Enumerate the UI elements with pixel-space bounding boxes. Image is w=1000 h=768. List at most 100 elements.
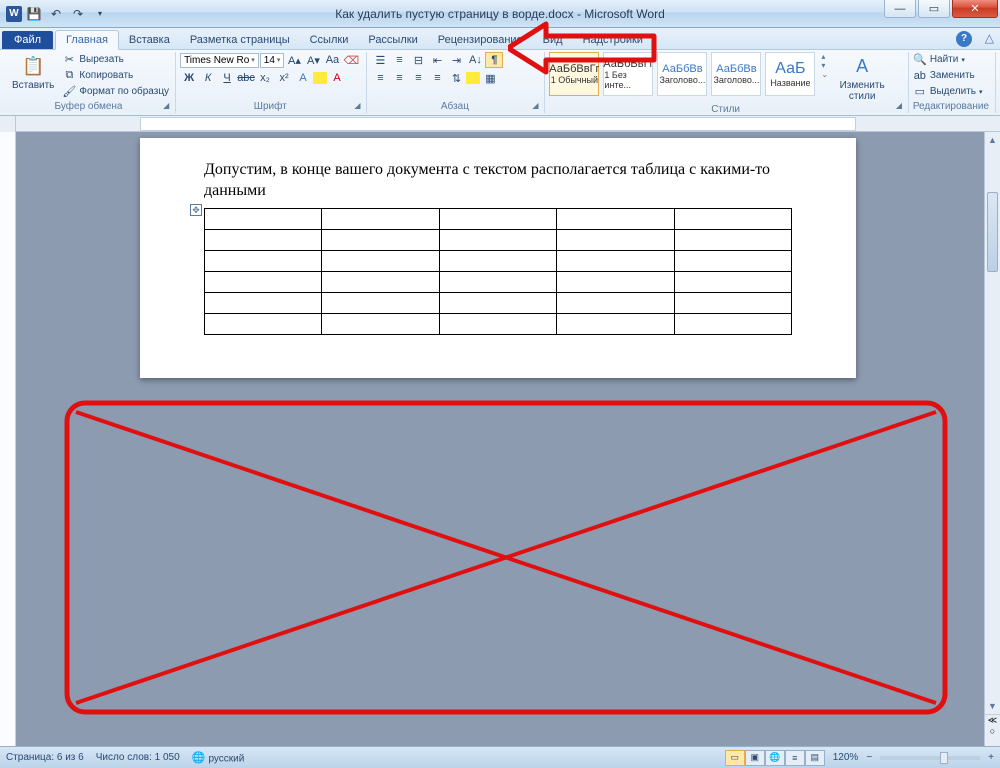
sort-icon[interactable]: A↓ — [466, 52, 484, 68]
font-size-combo[interactable]: 14▾ — [260, 53, 285, 68]
scroll-thumb[interactable] — [987, 192, 998, 272]
view-web-layout-icon[interactable]: 🌐 — [765, 750, 785, 766]
minimize-button[interactable]: — — [884, 0, 916, 18]
line-spacing-icon[interactable]: ⇅ — [447, 70, 465, 86]
justify-icon[interactable]: ≡ — [428, 70, 446, 86]
replace-button[interactable]: abЗаменить — [913, 68, 983, 83]
tab-review[interactable]: Рецензирование — [428, 31, 533, 49]
tab-mailings[interactable]: Рассылки — [358, 31, 427, 49]
change-styles-icon: A — [850, 54, 874, 78]
status-word-count[interactable]: Число слов: 1 050 — [96, 752, 180, 763]
find-icon: 🔍 — [913, 53, 927, 67]
font-dialog-launcher[interactable]: ◢ — [354, 101, 364, 111]
decrease-indent-icon[interactable]: ⇤ — [428, 52, 446, 68]
multilevel-list-icon[interactable]: ⊟ — [409, 52, 427, 68]
style-no-spacing[interactable]: АаБбВвГг1 Без инте... — [603, 52, 653, 96]
cut-button[interactable]: ✂Вырезать — [62, 52, 169, 67]
copy-button[interactable]: ⧉Копировать — [62, 68, 169, 83]
strikethrough-button[interactable]: abc — [237, 70, 255, 86]
tab-file[interactable]: Файл — [2, 31, 53, 49]
maximize-button[interactable]: ▭ — [918, 0, 950, 18]
shading-icon[interactable] — [466, 72, 480, 84]
view-full-screen-icon[interactable]: ▣ — [745, 750, 765, 766]
style-normal[interactable]: АаБбВвГг1 Обычный — [549, 52, 599, 96]
tab-page-layout[interactable]: Разметка страницы — [180, 31, 300, 49]
format-painter-button[interactable]: 🖌Формат по образцу — [62, 84, 169, 99]
align-center-icon[interactable]: ≡ — [390, 70, 408, 86]
status-language[interactable]: 🌐 русский — [192, 751, 245, 765]
superscript-button[interactable]: x² — [275, 70, 293, 86]
scroll-down-icon[interactable]: ▼ — [985, 698, 1000, 714]
text-effects-icon[interactable]: A — [294, 70, 312, 86]
document-area[interactable]: Допустим, в конце вашего документа с тек… — [0, 132, 984, 746]
document-table[interactable] — [204, 208, 792, 335]
clear-formatting-icon[interactable]: ⌫ — [342, 52, 360, 68]
change-styles-button[interactable]: A Изменить стили — [834, 52, 890, 104]
redo-icon[interactable]: ↷ — [68, 4, 88, 24]
view-print-layout-icon[interactable]: ▭ — [725, 750, 745, 766]
change-case-icon[interactable]: Aa — [323, 52, 341, 68]
zoom-out-icon[interactable]: − — [866, 752, 872, 763]
paragraph-dialog-launcher[interactable]: ◢ — [532, 101, 542, 111]
document-page[interactable]: Допустим, в конце вашего документа с тек… — [140, 138, 856, 378]
qat-dropdown-icon[interactable]: ▾ — [90, 4, 110, 24]
status-page[interactable]: Страница: 6 из 6 — [6, 752, 84, 763]
styles-scroll-down-icon[interactable]: ▾ — [821, 61, 828, 70]
highlight-icon[interactable] — [313, 72, 327, 84]
table-move-handle-icon[interactable]: ✥ — [190, 204, 202, 216]
font-name-combo[interactable]: Times New Ro▾ — [180, 53, 259, 68]
styles-dialog-launcher[interactable]: ◢ — [896, 101, 906, 111]
zoom-in-icon[interactable]: + — [988, 752, 994, 763]
find-button[interactable]: 🔍Найти▾ — [913, 52, 983, 67]
view-draft-icon[interactable]: ▤ — [805, 750, 825, 766]
numbering-icon[interactable]: ≡ — [390, 52, 408, 68]
style-heading2[interactable]: АаБбВвЗаголово... — [711, 52, 761, 96]
style-title[interactable]: АаБНазвание — [765, 52, 815, 96]
paste-label: Вставить — [12, 80, 54, 91]
italic-button[interactable]: К — [199, 70, 217, 86]
grow-font-icon[interactable]: A▴ — [285, 52, 303, 68]
save-icon[interactable]: 💾 — [24, 4, 44, 24]
vertical-scrollbar[interactable]: ▲ ▼ ≪ ○ — [984, 132, 1000, 746]
borders-icon[interactable]: ▦ — [481, 70, 499, 86]
increase-indent-icon[interactable]: ⇥ — [447, 52, 465, 68]
font-group-label: Шрифт — [180, 101, 360, 113]
horizontal-ruler[interactable] — [0, 116, 1000, 132]
align-left-icon[interactable]: ≡ — [371, 70, 389, 86]
select-icon: ▭ — [913, 85, 927, 99]
align-right-icon[interactable]: ≡ — [409, 70, 427, 86]
undo-icon[interactable]: ↶ — [46, 4, 66, 24]
scroll-up-icon[interactable]: ▲ — [985, 132, 1000, 148]
underline-button[interactable]: Ч — [218, 70, 236, 86]
close-button[interactable]: ✕ — [952, 0, 998, 18]
tab-insert[interactable]: Вставка — [119, 31, 180, 49]
font-color-icon[interactable]: A — [328, 70, 346, 86]
language-icon: 🌐 — [192, 751, 206, 765]
tab-home[interactable]: Главная — [55, 30, 119, 50]
styles-gallery-more-icon[interactable]: ⌄ — [821, 70, 828, 79]
browse-object-icon[interactable]: ○ — [985, 726, 1000, 736]
bold-button[interactable]: Ж — [180, 70, 198, 86]
zoom-slider[interactable] — [880, 756, 980, 760]
tab-references[interactable]: Ссылки — [300, 31, 359, 49]
subscript-button[interactable]: x₂ — [256, 70, 274, 86]
styles-scroll-up-icon[interactable]: ▴ — [821, 52, 828, 61]
show-hide-paragraph-marks-button[interactable]: ¶ — [485, 52, 503, 68]
zoom-slider-knob[interactable] — [940, 752, 948, 764]
style-heading1[interactable]: АаБбВвЗаголово... — [657, 52, 707, 96]
shrink-font-icon[interactable]: A▾ — [304, 52, 322, 68]
paste-button[interactable]: 📋 Вставить — [8, 52, 58, 93]
clipboard-dialog-launcher[interactable]: ◢ — [163, 101, 173, 111]
help-icon[interactable]: ? — [956, 31, 972, 47]
paragraph-group-label: Абзац — [371, 101, 538, 113]
vertical-ruler[interactable] — [0, 132, 16, 746]
bullets-icon[interactable]: ☰ — [371, 52, 389, 68]
document-paragraph[interactable]: Допустим, в конце вашего документа с тек… — [204, 160, 792, 202]
select-button[interactable]: ▭Выделить▾ — [913, 84, 983, 99]
tab-view[interactable]: Вид — [533, 31, 573, 49]
prev-page-icon[interactable]: ≪ — [985, 715, 1000, 726]
tab-addins[interactable]: Надстройки — [573, 31, 653, 49]
view-outline-icon[interactable]: ≡ — [785, 750, 805, 766]
minimize-ribbon-icon[interactable]: △ — [985, 31, 994, 45]
zoom-level[interactable]: 120% — [833, 752, 859, 763]
